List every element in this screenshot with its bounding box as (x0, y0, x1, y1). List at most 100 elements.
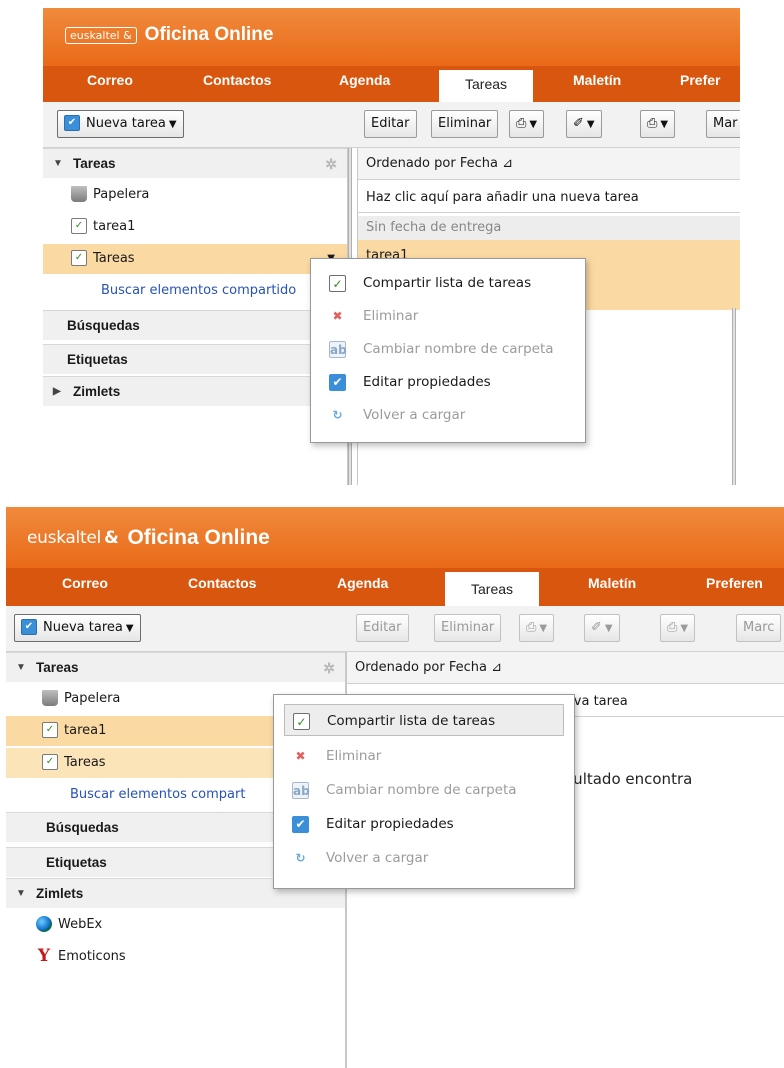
pane-splitter-right[interactable] (732, 308, 736, 485)
edit-button[interactable]: Editar (364, 110, 417, 138)
sidebar-item-trash[interactable]: Papelera (43, 180, 347, 210)
sidebar-item-webex[interactable]: WebEx (6, 910, 345, 940)
sort-header[interactable]: Ordenado por Fecha ⊿ (347, 652, 784, 684)
reload-icon: ↻ (332, 408, 343, 422)
tarea1-label: tarea1 (93, 219, 136, 234)
context-menu: ✓ Compartir lista de tareas ✖ Eliminar ab C… (310, 258, 586, 443)
app-tabs: Correo Contactos Agenda Tareas Maletín P… (6, 568, 784, 608)
new-task-button[interactable]: ✔ Nueva tarea ▼ (14, 614, 141, 642)
app-title: Oficina Online (144, 24, 274, 45)
menu-item-rename[interactable]: ab Cambiar nombre de carpeta (311, 333, 585, 365)
tab-agenda[interactable]: Agenda (339, 72, 390, 88)
new-task-button[interactable]: ✔ Nueva tarea ▼ (57, 110, 184, 138)
tab-tareas[interactable]: Tareas (439, 70, 534, 104)
gear-icon[interactable]: ✲ (325, 149, 337, 179)
move-button[interactable]: ⎙ ▼ (509, 110, 545, 138)
tab-contactos[interactable]: Contactos (203, 72, 271, 88)
properties-icon: ✔ (329, 374, 346, 391)
tag-icon: ✐ (591, 620, 602, 635)
edit-button[interactable]: Editar (356, 614, 409, 642)
menu-item-properties[interactable]: ✔ Editar propiedades (274, 808, 574, 840)
menu-item-delete[interactable]: ✖ Eliminar (274, 740, 574, 772)
sidebar-item-emoticons[interactable]: Y Emoticons (6, 942, 345, 972)
mark-button[interactable]: Mar (706, 110, 740, 138)
zimlets-section-header[interactable]: ▶ Zimlets (43, 376, 347, 406)
move-icon: ⎙ (526, 620, 537, 635)
emoticons-label: Emoticons (58, 949, 126, 964)
tags-label: Etiquetas (46, 855, 107, 870)
find-shared-link[interactable]: Buscar elementos compartido (43, 276, 347, 306)
chevron-down-icon: ▼ (168, 119, 177, 130)
menu-item-reload[interactable]: ↻ Volver a cargar (311, 399, 585, 431)
new-task-row[interactable]: Haz clic aquí para añadir una nueva tare… (358, 182, 740, 213)
chevron-down-icon: ▼ (604, 623, 613, 634)
tab-tareas[interactable]: Tareas (445, 572, 540, 608)
menu-item-share[interactable]: ✓ Compartir lista de tareas (311, 267, 585, 299)
print-icon: ⎙ (647, 116, 658, 131)
context-menu: ✓ Compartir lista de tareas ✖ Eliminar ab C… (273, 694, 575, 889)
tasks-section-label: Tareas (73, 156, 116, 171)
tab-maletin[interactable]: Maletín (588, 575, 636, 591)
tab-correo[interactable]: Correo (87, 72, 133, 88)
euskaltel-logo: euskaltel & (65, 26, 137, 44)
rename-icon: ab (329, 341, 347, 358)
sort-arrow-icon: ⊿ (502, 156, 513, 171)
sidebar-item-tareas[interactable]: ✓Tareas ▼ (43, 244, 347, 274)
menu-item-share[interactable]: ✓ Compartir lista de tareas (284, 704, 564, 736)
tab-contactos[interactable]: Contactos (188, 575, 256, 591)
menu-item-delete[interactable]: ✖ Eliminar (311, 300, 585, 332)
menu-item-properties[interactable]: ✔ Editar propiedades (311, 366, 585, 398)
sort-label: Ordenado por Fecha (355, 660, 487, 675)
reload-label: Volver a cargar (326, 850, 429, 866)
trash-label: Papelera (93, 187, 150, 202)
tab-preferencias[interactable]: Preferen (706, 575, 763, 591)
searches-label: Búsquedas (67, 318, 140, 333)
menu-item-reload[interactable]: ↻ Volver a cargar (274, 842, 574, 874)
expand-triangle-icon: ▶ (53, 386, 61, 397)
logo-text: euskaltel (70, 28, 120, 42)
searches-label: Búsquedas (46, 820, 119, 835)
toolbar: ✔ Nueva tarea ▼ Editar Eliminar ⎙ ▼ ✐ ▼ ⎙ ▼ M… (6, 606, 784, 652)
tareas-label: Tareas (64, 755, 106, 770)
tasks-section-header[interactable]: ▼ Tareas ✲ (6, 652, 345, 682)
tags-section-header[interactable]: Etiquetas (43, 344, 347, 374)
properties-icon: ✔ (292, 816, 309, 833)
gear-icon[interactable]: ✲ (323, 653, 335, 683)
share-label: Compartir lista de tareas (327, 713, 496, 729)
delete-button[interactable]: Eliminar (434, 614, 502, 642)
collapse-triangle-icon: ▼ (16, 888, 26, 899)
tab-correo[interactable]: Correo (62, 575, 108, 591)
delete-button[interactable]: Eliminar (431, 110, 499, 138)
logo-text: euskaltel (27, 528, 101, 548)
menu-item-rename[interactable]: ab Cambiar nombre de carpeta (274, 774, 574, 806)
tasks-section-header[interactable]: ▼ Tareas ✲ (43, 148, 347, 178)
sort-header[interactable]: Ordenado por Fecha ⊿ (358, 148, 740, 180)
webex-label: WebEx (58, 917, 103, 932)
tag-button[interactable]: ✐ ▼ (584, 614, 620, 642)
delete-label: Eliminar (363, 308, 419, 324)
print-button[interactable]: ⎙ ▼ (640, 110, 676, 138)
tasks-section-label: Tareas (36, 660, 79, 675)
properties-label: Editar propiedades (363, 374, 491, 390)
tab-agenda[interactable]: Agenda (337, 575, 388, 591)
move-button[interactable]: ⎙ ▼ (519, 614, 555, 642)
tab-preferencias[interactable]: Prefer (680, 72, 720, 88)
chevron-down-icon: ▼ (539, 623, 548, 634)
tag-button[interactable]: ✐ ▼ (566, 110, 602, 138)
delete-icon: ✖ (332, 309, 343, 323)
trash-icon (42, 689, 58, 706)
new-task-label: Nueva tarea (86, 116, 166, 131)
searches-section-header[interactable]: Búsquedas (43, 310, 347, 340)
sidebar-item-tarea1[interactable]: ✓ tarea1 (43, 212, 347, 242)
mark-button[interactable]: Marc (736, 614, 782, 642)
print-button[interactable]: ⎙ ▼ (660, 614, 696, 642)
share-icon: ✓ (293, 713, 310, 730)
emoticons-icon: Y (37, 945, 51, 966)
find-shared-label: Buscar elementos compartido (101, 283, 297, 298)
delete-label: Eliminar (326, 748, 382, 764)
toolbar: ✔ Nueva tarea ▼ Editar Eliminar ⎙ ▼ ✐ ▼ ⎙ ▼ M… (43, 102, 740, 148)
tab-maletin[interactable]: Maletín (573, 72, 621, 88)
task-icon: ✓ (42, 753, 58, 770)
chevron-down-icon: ▼ (125, 623, 134, 634)
sort-label: Ordenado por Fecha (366, 156, 498, 171)
